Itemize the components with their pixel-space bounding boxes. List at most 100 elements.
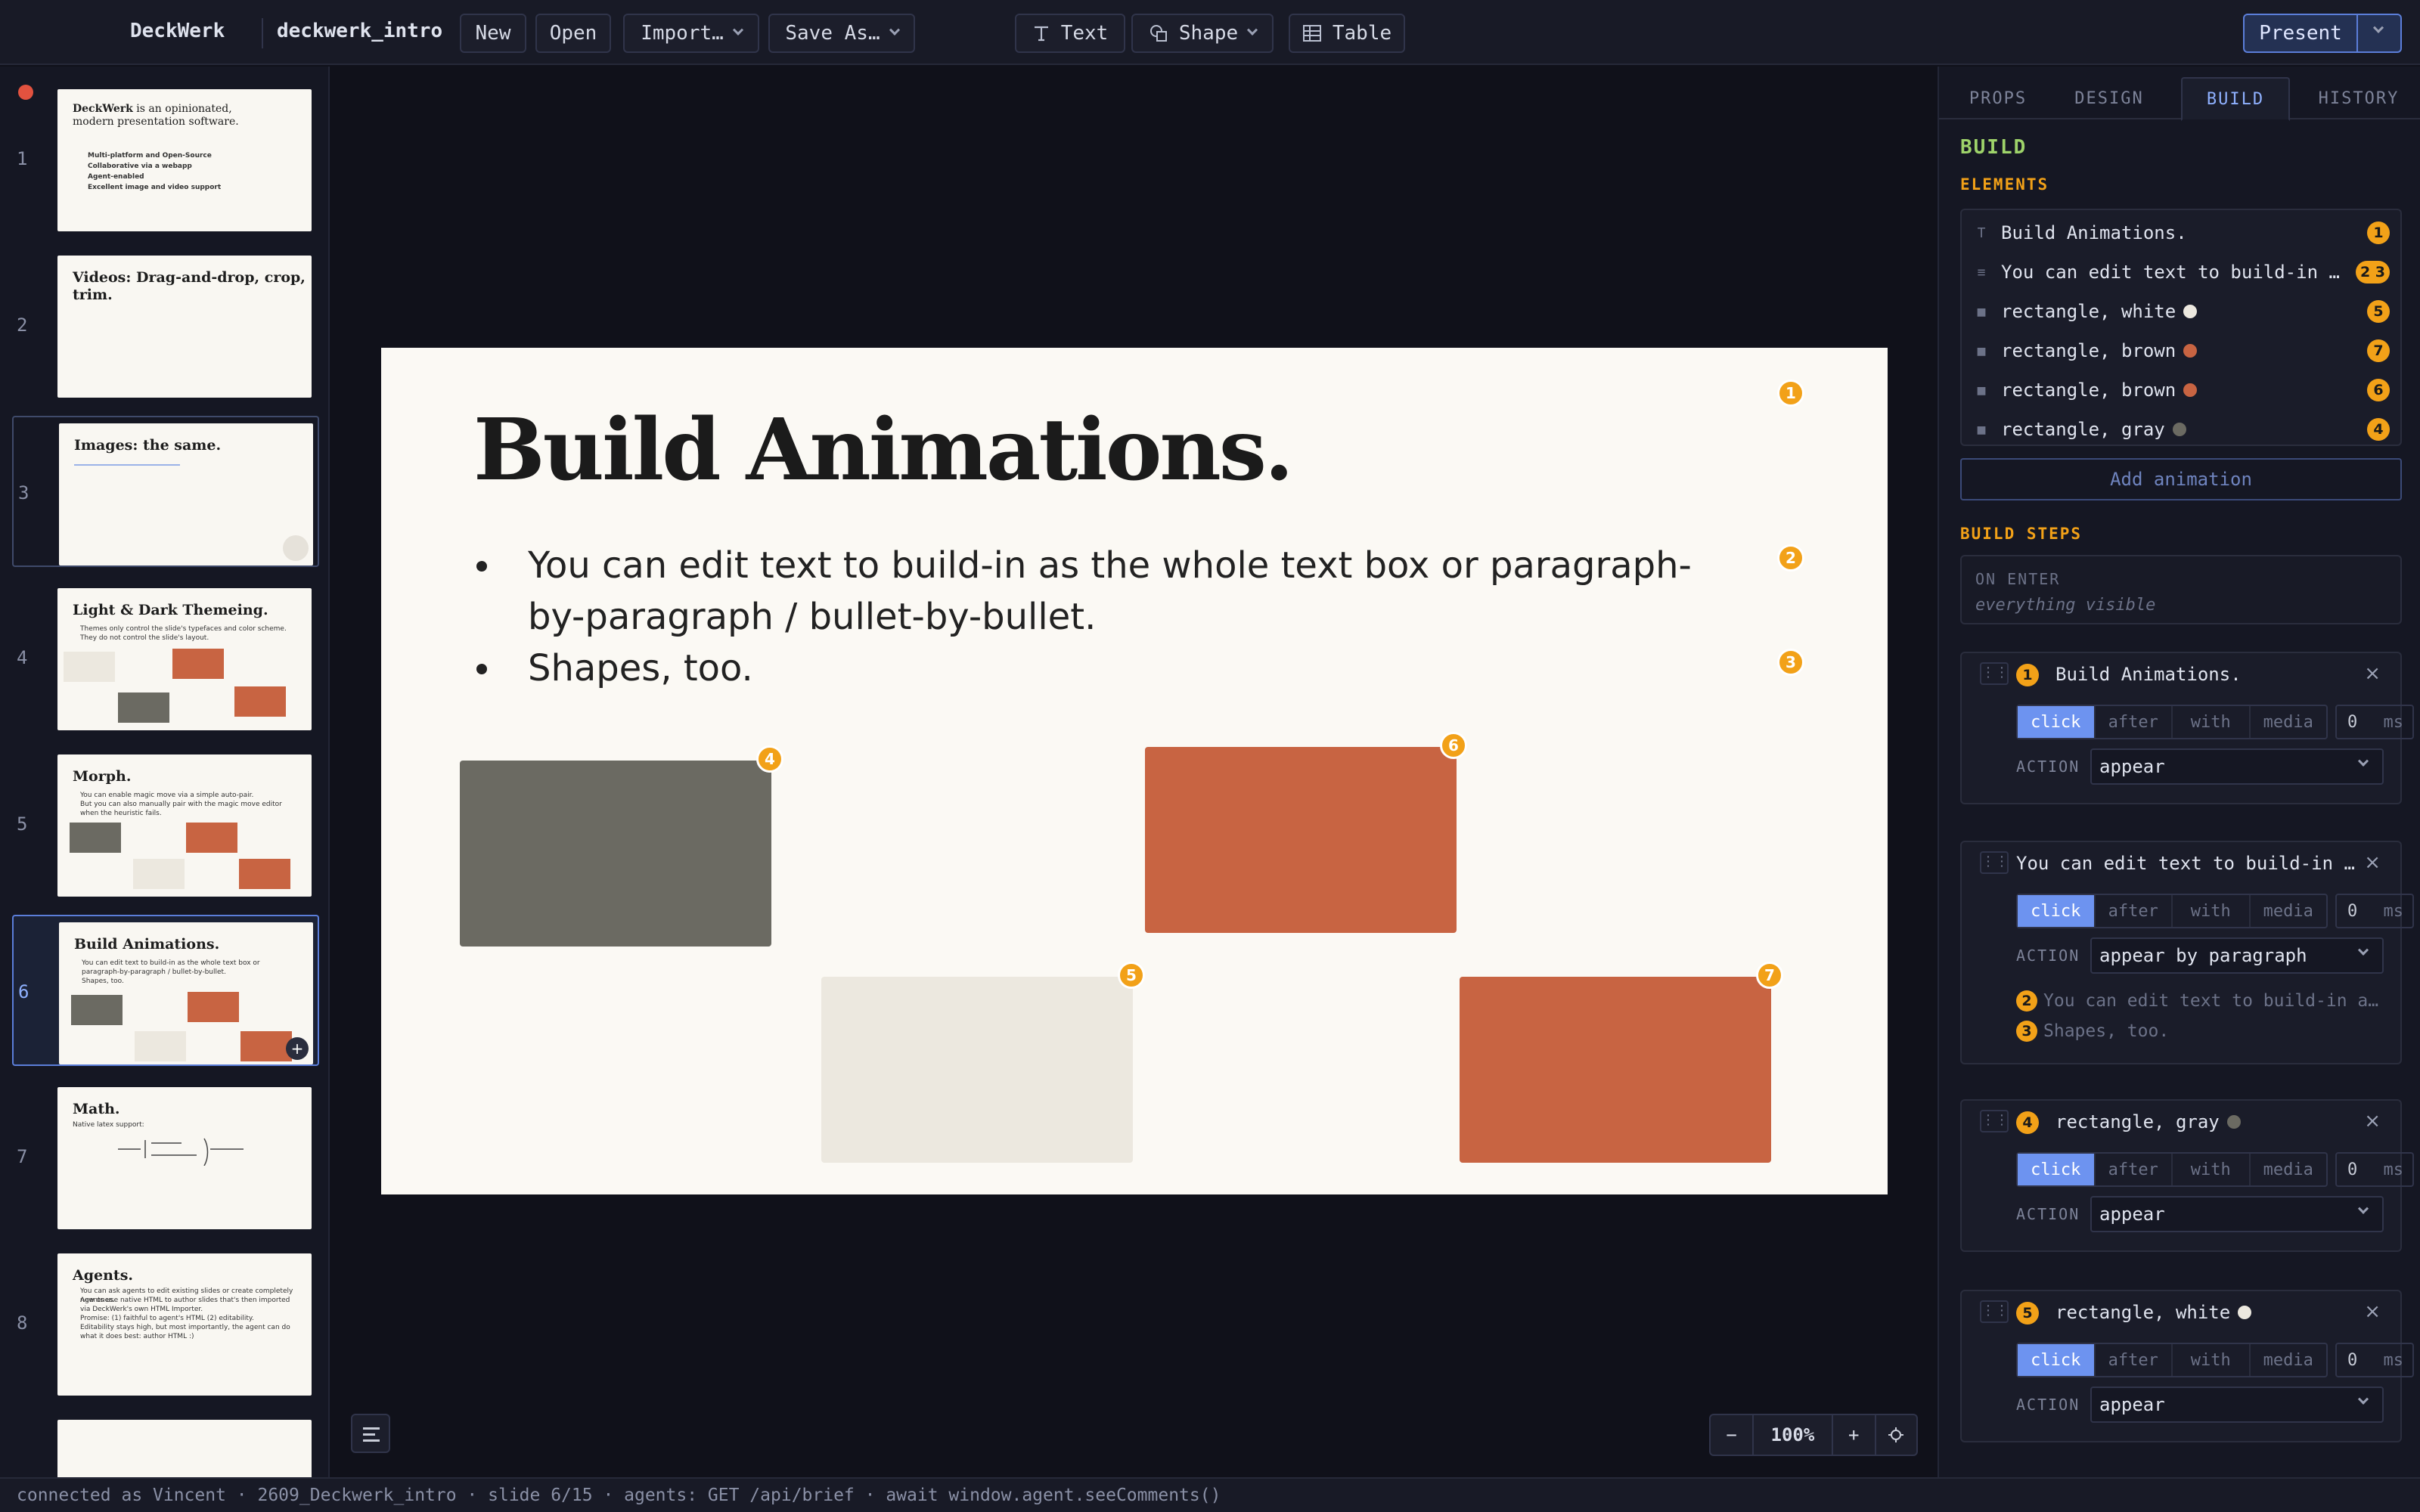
trigger-media[interactable]: media [2251,1154,2327,1185]
toolbar-divider [262,18,263,48]
action-label: ACTION [2016,758,2080,776]
element-row[interactable]: ■ rectangle, gray 4 [1962,410,2400,449]
drag-handle-icon[interactable]: ⋮⋮ [1980,662,2009,685]
action-select[interactable]: appear [2090,1196,2384,1232]
remove-step-icon[interactable]: × [2364,1110,2381,1132]
insert-table-button[interactable]: Table [1289,14,1405,53]
drag-handle-icon[interactable]: ⋮⋮ [1980,1110,2009,1132]
element-row[interactable]: T Build Animations. 1 [1962,213,2400,253]
action-select[interactable]: appear [2090,748,2384,785]
shape-element-icon: ■ [1977,342,1986,359]
trigger-with[interactable]: with [2173,706,2251,738]
slide-preview-text: Promise: (1) faithful to agent's HTML (2… [80,1315,254,1322]
slide-preview-text: Native latex support: [73,1121,144,1129]
build-order-badge[interactable]: 4 [756,745,783,773]
slide-thumbnail-5[interactable]: 5 Morph. You can enable magic move via a… [12,748,319,900]
drag-handle-icon[interactable]: ⋮⋮ [1980,851,2009,874]
slide-thumbnail-4[interactable]: 4 Light & Dark Themeing. Themes only con… [12,582,319,733]
import-button[interactable]: Import… [623,14,759,53]
element-row[interactable]: ≡ You can edit text to build-in as the w… [1962,253,2400,292]
trigger-after[interactable]: after [2096,895,2173,927]
insert-text-button[interactable]: Text [1015,14,1125,53]
trigger-with[interactable]: with [2173,895,2251,927]
slide-thumbnail-6[interactable]: 6 Build Animations. You can edit text to… [12,915,319,1066]
slide-thumbnail-2[interactable]: 2 Videos: Drag-and-drop, crop, trim. [12,249,319,401]
build-order-badge[interactable]: 7 [1756,962,1783,989]
slide-thumbnail-panel[interactable]: 1 DeckWerk is an opinionated, modern pre… [0,67,330,1477]
trigger-click[interactable]: click [2018,1154,2096,1185]
slide-thumbnail-9[interactable] [12,1414,319,1477]
on-enter-box: ON ENTER everything visible [1960,555,2402,624]
slide-number: 8 [17,1312,28,1334]
delay-input[interactable]: 0 ms [2335,705,2414,739]
delay-input[interactable]: 0 ms [2335,1152,2414,1187]
save-as-button[interactable]: Save As… [768,14,915,53]
trigger-after[interactable]: after [2096,1344,2173,1376]
add-slide-icon[interactable]: + [286,1037,309,1060]
open-button[interactable]: Open [535,14,611,53]
present-options-chevron-icon[interactable] [2372,22,2384,33]
build-order-badge: 5 [2367,300,2390,323]
speaker-notes-button[interactable] [351,1414,390,1453]
panel-heading: BUILD [1960,136,2028,159]
drag-handle-icon[interactable]: ⋮⋮ [1980,1300,2009,1323]
document-name[interactable]: deckwerk_intro [277,20,442,42]
slide-thumbnail-7[interactable]: 7 Math. Native latex support: [12,1081,319,1232]
tab-design[interactable]: DESIGN [2057,77,2161,119]
slide-bullet[interactable]: Shapes, too. [473,643,1729,694]
shape-preview [234,686,286,717]
rectangle-brown[interactable] [1460,977,1771,1163]
delay-input[interactable]: 0 ms [2335,894,2414,928]
trigger-after[interactable]: after [2096,706,2173,738]
rectangle-gray[interactable] [460,761,771,947]
rectangle-brown[interactable] [1145,747,1457,933]
slide-thumbnail-1[interactable]: 1 DeckWerk is an opinionated, modern pre… [12,83,319,234]
present-button[interactable]: Present [2243,14,2402,53]
build-order-badge[interactable]: 6 [1440,732,1467,759]
element-row[interactable]: ■ rectangle, white 5 [1962,292,2400,331]
trigger-with[interactable]: with [2173,1154,2251,1185]
zoom-level[interactable]: 100% [1752,1415,1833,1455]
trigger-click[interactable]: click [2018,706,2096,738]
build-order-badge[interactable]: 3 [1777,649,1804,676]
rectangle-white[interactable] [821,977,1133,1163]
tab-props[interactable]: PROPS [1950,77,2046,119]
element-row[interactable]: ■ rectangle, brown 6 [1962,370,2400,410]
action-select[interactable]: appear by paragraph [2090,937,2384,974]
slide-title-text[interactable]: Build Animations. [473,401,1294,500]
tab-history[interactable]: HISTORY [2301,77,2417,119]
trigger-with[interactable]: with [2173,1344,2251,1376]
trigger-after[interactable]: after [2096,1154,2173,1185]
new-button[interactable]: New [460,14,526,53]
slide-canvas-area[interactable]: Build Animations. You can edit text to b… [331,67,1936,1477]
zoom-out-button[interactable]: − [1711,1424,1752,1445]
element-name: rectangle, brown [2001,340,2367,361]
trigger-click[interactable]: click [2018,1344,2096,1376]
tab-build[interactable]: BUILD [2181,77,2290,121]
action-select[interactable]: appear [2090,1387,2384,1423]
build-order-badge[interactable]: 5 [1118,962,1145,989]
slide-canvas[interactable]: Build Animations. You can edit text to b… [381,348,1888,1194]
slide-thumbnail-8[interactable]: 8 Agents. You can ask agents to edit exi… [12,1247,319,1399]
shape-element-icon: ■ [1977,303,1986,320]
trigger-click[interactable]: click [2018,895,2096,927]
trigger-media[interactable]: media [2251,706,2327,738]
zoom-in-button[interactable]: + [1833,1424,1875,1445]
delay-input[interactable]: 0 ms [2335,1343,2414,1377]
insert-shape-button[interactable]: Shape [1131,14,1274,53]
build-order-badge[interactable]: 2 [1777,544,1804,572]
trigger-selector: click after with media [2016,894,2328,928]
remove-step-icon[interactable]: × [2364,851,2381,874]
build-order-badge[interactable]: 1 [1777,380,1804,407]
slide-bullet[interactable]: You can edit text to build-in as the who… [473,540,1729,643]
slide-thumbnail-3[interactable]: 3 Images: the same. [12,416,319,567]
fit-to-screen-button[interactable] [1874,1415,1916,1455]
slide-bullet-list[interactable]: You can edit text to build-in as the who… [473,540,1729,694]
shape-preview [186,823,237,853]
remove-step-icon[interactable]: × [2364,1300,2381,1323]
trigger-media[interactable]: media [2251,895,2327,927]
remove-step-icon[interactable]: × [2364,662,2381,685]
element-row[interactable]: ■ rectangle, brown 7 [1962,331,2400,370]
trigger-media[interactable]: media [2251,1344,2327,1376]
add-animation-button[interactable]: Add animation [1960,458,2402,500]
